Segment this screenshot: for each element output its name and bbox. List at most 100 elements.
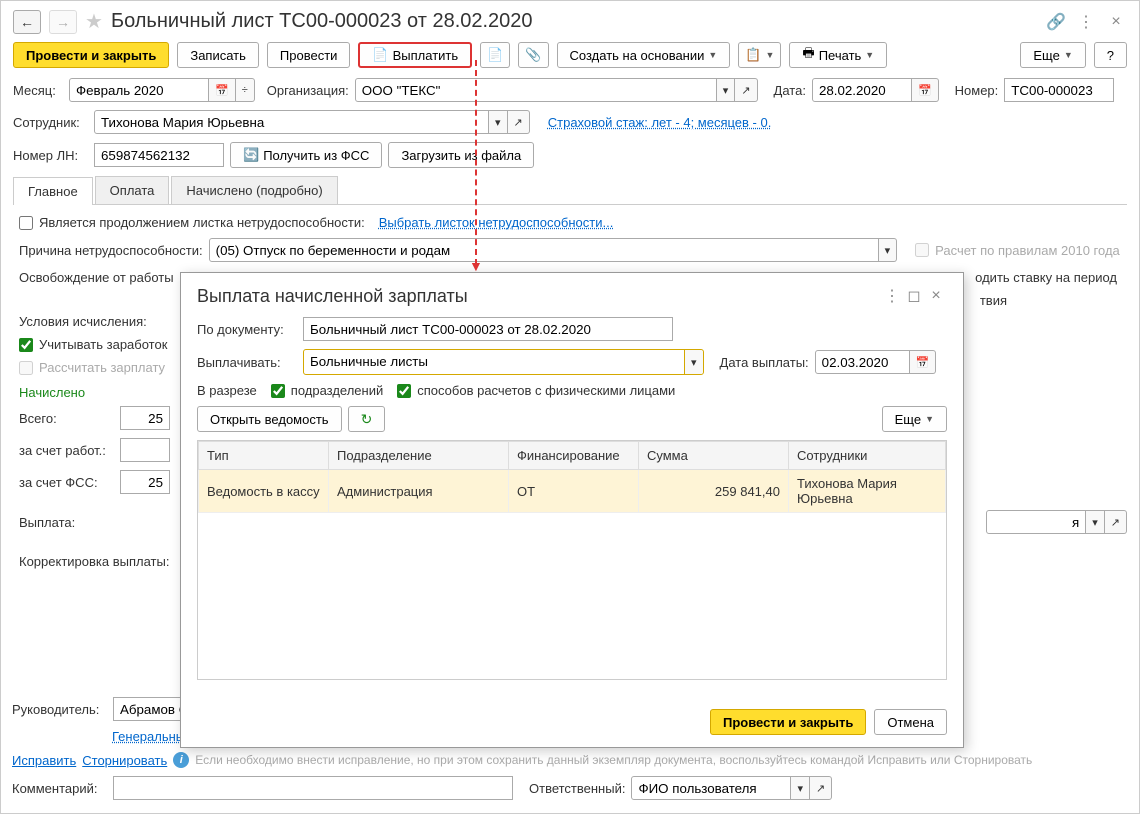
link-icon[interactable]: 🔗 — [1045, 11, 1067, 33]
modal-pay-input[interactable] — [304, 350, 684, 372]
fss-input[interactable] — [120, 470, 170, 494]
stazh-link[interactable]: Страховой стаж: лет - 4; месяцев - 0. — [548, 115, 772, 130]
tab-details[interactable]: Начислено (подробно) — [171, 176, 337, 204]
calendar-icon[interactable]: 📅 — [209, 78, 236, 102]
doc-icon-button[interactable]: 📄 — [480, 42, 510, 68]
th-fin[interactable]: Финансирование — [509, 442, 639, 470]
fix-link[interactable]: Исправить — [12, 753, 76, 768]
ln-input[interactable] — [94, 143, 224, 167]
comment-label: Комментарий: — [12, 781, 107, 796]
open-list-button[interactable]: Открыть ведомость — [197, 406, 342, 432]
th-sum[interactable]: Сумма — [639, 442, 789, 470]
cell-type: Ведомость в кассу — [199, 470, 329, 513]
emp-input-group[interactable]: ▾ ↗ — [94, 110, 530, 134]
create-based-button[interactable]: Создать на основании ▼ — [557, 42, 731, 68]
attach-icon-button[interactable]: 📎 — [518, 42, 548, 68]
rules2010-label: Расчет по правилам 2010 года — [935, 243, 1120, 258]
month-input-group[interactable]: 📅 ÷ — [69, 78, 255, 102]
comment-input[interactable] — [113, 776, 513, 800]
modal-more-button[interactable]: Еще ▼ — [882, 406, 947, 432]
payment-modal: Выплата начисленной зарплаты ⋮ ◻ × По до… — [180, 272, 964, 748]
table-row[interactable]: Ведомость в кассу Администрация ОТ 259 8… — [199, 470, 946, 513]
th-dept[interactable]: Подразделение — [329, 442, 509, 470]
month-input[interactable] — [69, 78, 209, 102]
open-icon[interactable]: ↗ — [1105, 510, 1127, 534]
employer-input[interactable] — [120, 438, 170, 462]
date-input[interactable] — [812, 78, 912, 102]
dropdown-icon[interactable]: ▾ — [717, 78, 736, 102]
help-button[interactable]: ? — [1094, 42, 1127, 68]
modal-paydate-group[interactable]: 📅 — [815, 350, 937, 374]
stepper-icon[interactable]: ÷ — [236, 78, 255, 102]
payment-table[interactable]: Тип Подразделение Финансирование Сумма С… — [198, 441, 946, 513]
modal-dept-checkbox[interactable] — [271, 384, 285, 398]
star-icon[interactable]: ★ — [85, 9, 103, 34]
save-button[interactable]: Записать — [177, 42, 259, 68]
dropdown-icon[interactable]: ▾ — [489, 110, 508, 134]
consider-earn-checkbox[interactable] — [19, 338, 33, 352]
open-icon[interactable]: ↗ — [810, 776, 832, 800]
open-icon[interactable]: ↗ — [735, 78, 757, 102]
total-input[interactable] — [120, 406, 170, 430]
tab-main[interactable]: Главное — [13, 177, 93, 205]
resp-input[interactable] — [631, 776, 791, 800]
cell-emp: Тихонова Мария Юрьевна — [789, 470, 946, 513]
date-input-group[interactable]: 📅 — [812, 78, 939, 102]
org-input-group[interactable]: ▾ ↗ — [355, 78, 758, 102]
storno-link[interactable]: Сторнировать — [82, 753, 167, 768]
date-label: Дата: — [774, 83, 806, 98]
more-button[interactable]: Еще ▼ — [1020, 42, 1085, 68]
th-emp[interactable]: Сотрудники — [789, 442, 946, 470]
reason-input-group[interactable]: ▾ — [209, 238, 898, 262]
org-input[interactable] — [355, 78, 717, 102]
copy-icon-button[interactable]: 📋 ▼ — [738, 42, 781, 68]
calc-salary-label: Рассчитать зарплату — [39, 360, 165, 375]
refresh-button[interactable]: ↻ — [348, 406, 386, 432]
load-file-button[interactable]: Загрузить из файла — [388, 142, 534, 168]
calendar-icon[interactable]: 📅 — [912, 78, 939, 102]
continuation-checkbox[interactable] — [19, 216, 33, 230]
post-close-button[interactable]: Провести и закрыть — [13, 42, 169, 68]
modal-paydate-label: Дата выплаты: — [720, 355, 809, 370]
modal-doc-label: По документу: — [197, 322, 297, 337]
modal-cancel-button[interactable]: Отмена — [874, 709, 947, 735]
payment-end-group[interactable]: ▾ ↗ — [986, 510, 1127, 534]
nav-back[interactable]: ← — [13, 10, 41, 34]
resp-input-group[interactable]: ▾ ↗ — [631, 776, 832, 800]
modal-menu-icon[interactable]: ⋮ — [881, 285, 903, 307]
modal-close-icon[interactable]: × — [925, 285, 947, 307]
modal-pay-input-group[interactable]: ▾ — [303, 349, 704, 375]
employer-label: за счет работ.: — [19, 443, 114, 458]
position-link[interactable]: Генеральны — [112, 729, 185, 744]
emp-input[interactable] — [94, 110, 489, 134]
modal-maximize-icon[interactable]: ◻ — [903, 285, 925, 307]
th-type[interactable]: Тип — [199, 442, 329, 470]
dropdown-icon[interactable]: ▾ — [791, 776, 810, 800]
pay-button[interactable]: 📄Выплатить — [358, 42, 472, 68]
get-fss-button[interactable]: 🔄 Получить из ФСС — [230, 142, 382, 168]
modal-method-checkbox[interactable] — [397, 384, 411, 398]
dropdown-icon[interactable]: ▾ — [1086, 510, 1105, 534]
open-icon[interactable]: ↗ — [508, 110, 530, 134]
modal-paydate-input[interactable] — [815, 350, 910, 374]
menu-icon[interactable]: ⋮ — [1075, 11, 1097, 33]
modal-pay-label: Выплачивать: — [197, 355, 297, 370]
modal-post-close-button[interactable]: Провести и закрыть — [710, 709, 866, 735]
print-button[interactable]: 🖶 Печать ▼ — [789, 42, 887, 68]
calendar-icon[interactable]: 📅 — [910, 350, 937, 374]
modal-doc-input[interactable] — [303, 317, 673, 341]
head-input[interactable] — [113, 697, 188, 721]
post-button[interactable]: Провести — [267, 42, 351, 68]
modal-method-label: способов расчетов с физическими лицами — [417, 383, 675, 398]
dropdown-icon[interactable]: ▾ — [879, 238, 898, 262]
payment-end-input[interactable] — [986, 510, 1086, 534]
release-label: Освобождение от работы — [19, 270, 199, 285]
num-input[interactable] — [1004, 78, 1114, 102]
nav-fwd[interactable]: → — [49, 10, 77, 34]
dropdown-icon[interactable]: ▾ — [684, 350, 703, 374]
head-label: Руководитель: — [12, 702, 107, 717]
close-icon[interactable]: × — [1105, 11, 1127, 33]
tab-payment[interactable]: Оплата — [95, 176, 170, 204]
reason-input[interactable] — [209, 238, 879, 262]
select-sheet-link[interactable]: Выбрать листок нетрудоспособности... — [379, 215, 614, 230]
